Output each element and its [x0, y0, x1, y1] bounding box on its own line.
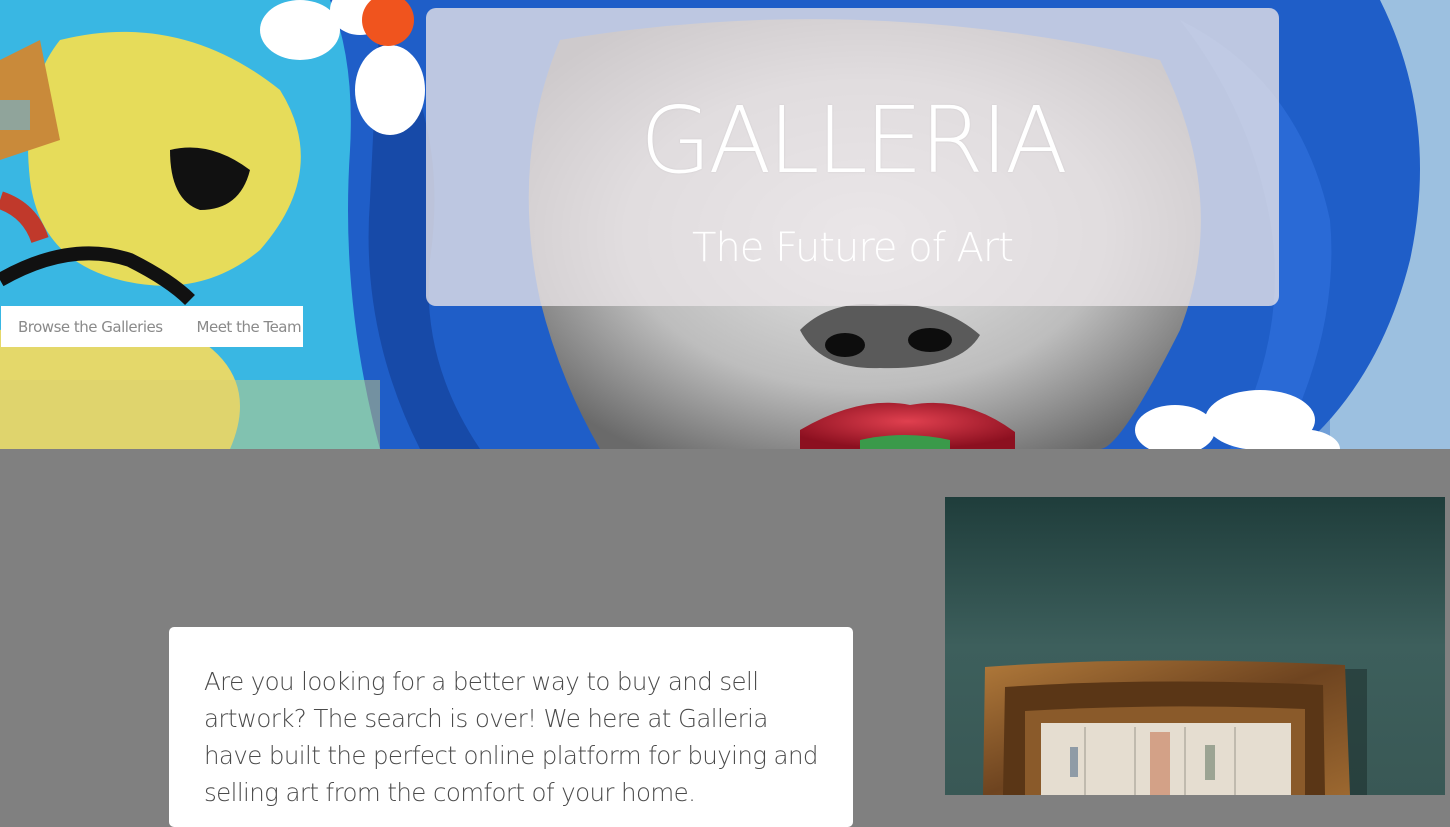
main-nav: Browse the Galleries Meet the Team [1, 306, 303, 347]
site-tagline: The Future of Art [692, 225, 1014, 271]
hero-title-card: GALLERIA The Future of Art [426, 8, 1279, 306]
nav-browse-galleries-link[interactable]: Browse the Galleries [18, 318, 163, 336]
about-text: Are you looking for a better way to buy … [204, 667, 818, 807]
nav-meet-team-link[interactable]: Meet the Team [197, 318, 302, 336]
site-title: GALLERIA [640, 87, 1068, 194]
framed-painting-image [945, 497, 1445, 795]
about-card: Are you looking for a better way to buy … [169, 627, 853, 827]
hero-banner: GALLERIA The Future of Art Browse the Ga… [0, 0, 1450, 449]
